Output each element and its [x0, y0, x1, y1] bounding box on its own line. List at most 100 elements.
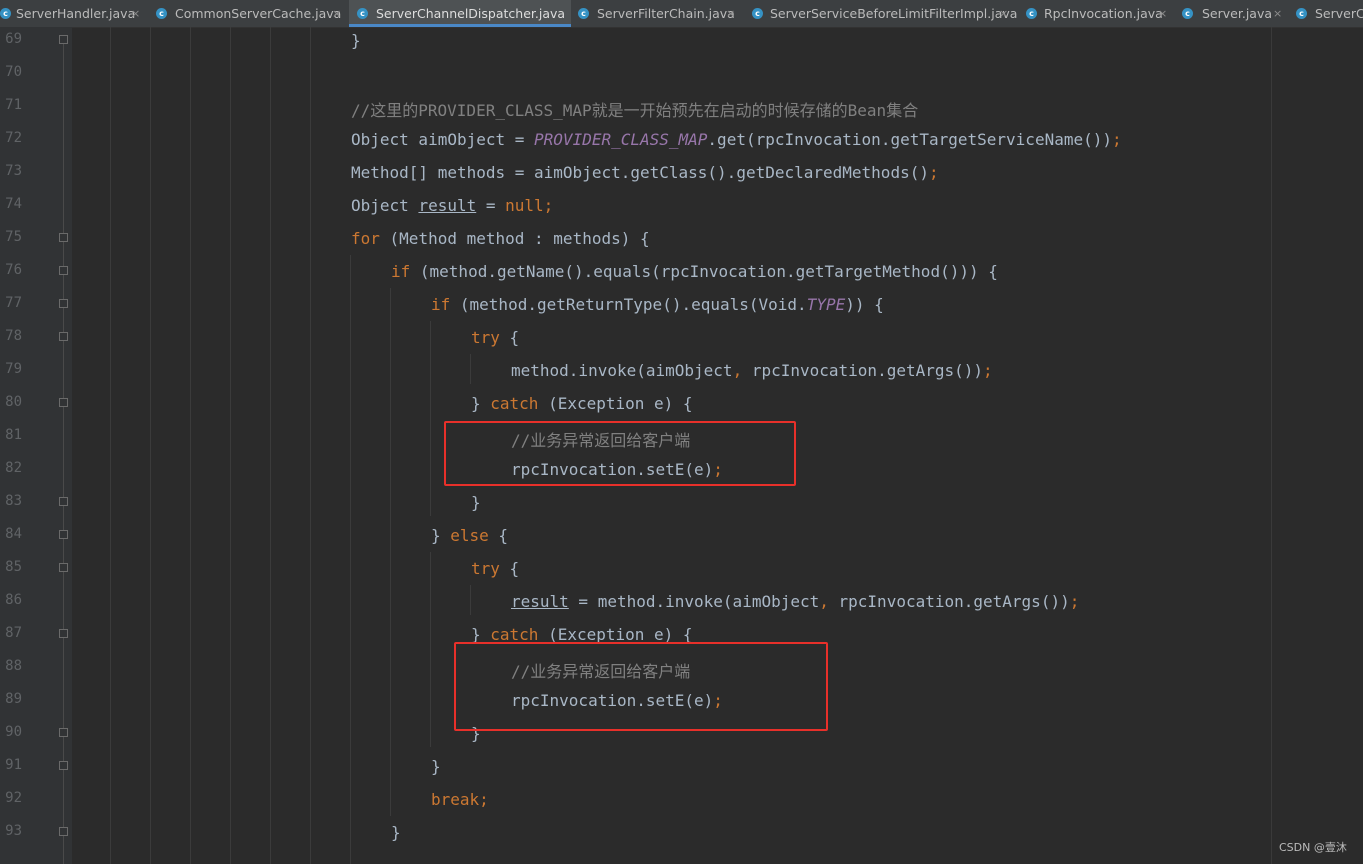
indent-guide [470, 585, 471, 615]
highlight-box [444, 421, 796, 486]
fold-marker-icon[interactable] [59, 497, 68, 506]
code-line-72[interactable]: Object aimObject = PROVIDER_CLASS_MAP.ge… [351, 130, 1122, 149]
tab-label: CommonServerCache.java [175, 6, 342, 21]
code-token: } [431, 526, 451, 545]
tab-server-filter-chain[interactable]: c ServerFilterChain.java × [571, 0, 744, 27]
line-number: 91 [5, 757, 22, 773]
code-punct: ; [983, 361, 993, 380]
close-icon[interactable]: × [1158, 0, 1167, 27]
code-keyword: else [450, 526, 489, 545]
code-token: { [488, 526, 509, 545]
line-number: 87 [5, 625, 22, 641]
code-line-71[interactable]: //这里的PROVIDER_CLASS_MAP就是一开始预先在启动的时候存储的B… [351, 97, 918, 121]
code-line-91[interactable]: } [431, 757, 441, 776]
code-line-84[interactable]: } else { [431, 526, 508, 545]
code-line-93[interactable]: } [391, 823, 401, 842]
code-token: rpcInvocation.getArgs()) [742, 361, 984, 380]
tab-server-handler[interactable]: c ServerHandler.java × [0, 0, 150, 27]
line-number: 70 [5, 64, 22, 80]
code-punct: , [732, 361, 743, 380]
code-token: )) { [845, 295, 884, 314]
tab-label: Server.java [1202, 6, 1273, 21]
tab-rpc-invocation[interactable]: c RpcInvocation.java × [1020, 0, 1176, 27]
code-variable: result [418, 196, 477, 215]
code-static-field: PROVIDER_CLASS_MAP [534, 130, 708, 149]
code-keyword: catch [490, 394, 539, 413]
code-line-78[interactable]: try { [471, 328, 519, 347]
close-icon[interactable]: × [726, 0, 735, 27]
indent-guide [310, 27, 311, 864]
tab-server-channel-dispatcher[interactable]: c ServerChannelDispatcher.java [349, 0, 571, 27]
fold-marker-icon[interactable] [59, 563, 68, 572]
code-token: = method.invoke(aimObject [568, 592, 820, 611]
code-line-85[interactable]: try { [471, 559, 519, 578]
fold-marker-icon[interactable] [59, 398, 68, 407]
editor-gutter[interactable]: 69 70 71 72 73 74 75 76 77 78 79 80 81 8… [0, 27, 72, 864]
code-token: Object [351, 196, 419, 215]
code-keyword: null; [505, 196, 554, 215]
line-number: 85 [5, 559, 22, 575]
code-line-77[interactable]: if (method.getReturnType().equals(Void.T… [431, 295, 884, 314]
indent-guide [190, 27, 191, 864]
fold-marker-icon[interactable] [59, 35, 68, 44]
tab-common-server-cache[interactable]: c CommonServerCache.java × [150, 0, 349, 27]
code-line-73[interactable]: Method[] methods = aimObject.getClass().… [351, 163, 939, 182]
code-line-69[interactable]: } [351, 31, 361, 50]
fold-marker-icon[interactable] [59, 728, 68, 737]
fold-marker-icon[interactable] [59, 332, 68, 341]
tab-label: ServerServiceBeforeLimitFilterImpl.java [770, 6, 1018, 21]
code-token: } [471, 493, 481, 512]
indent-guide [470, 354, 471, 384]
code-keyword: for [351, 229, 380, 248]
code-token: (Exception e) { [538, 394, 693, 413]
tab-server-co[interactable]: c ServerCo [1290, 0, 1363, 27]
code-line-92[interactable]: break; [431, 790, 489, 809]
tab-server-service-before-limit-filter-impl[interactable]: c ServerServiceBeforeLimitFilterImpl.jav… [744, 0, 1020, 27]
code-token: } [351, 31, 361, 50]
tab-label: ServerHandler.java [16, 6, 136, 21]
line-number: 82 [5, 460, 22, 476]
close-icon[interactable]: × [999, 0, 1008, 27]
code-token: { [499, 559, 520, 578]
code-line-75[interactable]: for (Method method : methods) { [351, 229, 650, 248]
fold-marker-icon[interactable] [59, 827, 68, 836]
fold-marker-icon[interactable] [59, 761, 68, 770]
close-icon[interactable]: × [131, 0, 140, 27]
indent-guide [350, 255, 351, 864]
code-line-79[interactable]: method.invoke(aimObject, rpcInvocation.g… [511, 361, 993, 380]
indent-guide [430, 321, 431, 516]
code-variable: result [511, 592, 569, 611]
fold-marker-icon[interactable] [59, 299, 68, 308]
code-punct: ; [1112, 130, 1122, 149]
indent-guide [150, 27, 151, 864]
code-punct: ; [928, 163, 939, 182]
java-class-icon: c [1182, 8, 1193, 19]
fold-marker-icon[interactable] [59, 629, 68, 638]
code-line-86[interactable]: result = method.invoke(aimObject, rpcInv… [511, 592, 1079, 611]
line-number: 84 [5, 526, 22, 542]
code-line-83[interactable]: } [471, 493, 481, 512]
code-token: (method.getReturnType().equals(Void. [450, 295, 807, 314]
tab-label: ServerChannelDispatcher.java [376, 6, 566, 21]
fold-marker-icon[interactable] [59, 233, 68, 242]
code-line-74[interactable]: Object result = null; [351, 196, 553, 215]
close-icon[interactable]: × [332, 0, 341, 27]
code-line-76[interactable]: if (method.getName().equals(rpcInvocatio… [391, 262, 998, 281]
code-token: Method[] methods = aimObject.getClass().… [351, 163, 929, 182]
tab-server[interactable]: c Server.java × [1176, 0, 1290, 27]
indent-guide [230, 27, 231, 864]
code-keyword: try [471, 328, 500, 347]
line-number: 72 [5, 130, 22, 146]
indent-guide [270, 27, 271, 864]
tab-label: RpcInvocation.java [1044, 6, 1163, 21]
code-static-field: TYPE [806, 295, 846, 314]
code-token: method.invoke(aimObject [511, 361, 733, 380]
fold-marker-icon[interactable] [59, 266, 68, 275]
indent-guide [110, 27, 111, 864]
code-line-80[interactable]: } catch (Exception e) { [471, 394, 693, 413]
close-icon[interactable]: × [1273, 0, 1282, 27]
indent-guide [390, 288, 391, 816]
code-keyword: if [431, 295, 451, 314]
line-number: 89 [5, 691, 22, 707]
fold-marker-icon[interactable] [59, 530, 68, 539]
